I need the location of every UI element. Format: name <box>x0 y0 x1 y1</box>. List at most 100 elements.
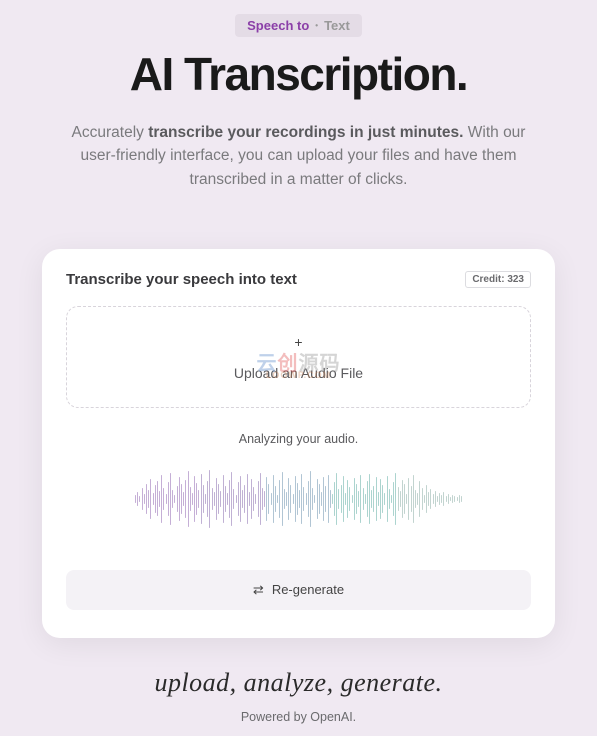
wave-bar <box>404 484 405 514</box>
wave-bar <box>166 494 167 504</box>
wave-bar <box>251 479 252 519</box>
wave-bar <box>183 492 184 506</box>
refresh-icon: ⇄ <box>253 582 264 598</box>
tag-text-label: Text <box>324 18 350 33</box>
upload-dropzone[interactable]: 云创源码 LOOWP.COM + Upload an Audio File <box>66 306 531 408</box>
wave-bar <box>336 473 337 525</box>
wave-bar <box>365 494 366 504</box>
analyzing-status: Analyzing your audio. <box>66 432 531 446</box>
wave-bar <box>271 493 272 505</box>
wave-bar <box>363 488 364 510</box>
wave-bar <box>323 477 324 521</box>
wave-bar <box>411 486 412 512</box>
wave-bar <box>198 490 199 508</box>
wave-bar <box>349 487 350 511</box>
wave-bar <box>174 495 175 503</box>
wave-bar <box>159 491 160 507</box>
wave-bar <box>367 481 368 517</box>
wave-bar <box>142 488 143 510</box>
wave-bar <box>360 475 361 523</box>
wave-bar <box>461 496 462 502</box>
wave-bar <box>194 476 195 522</box>
wave-bar <box>454 496 455 502</box>
wave-bar <box>430 489 431 509</box>
wave-bar <box>330 490 331 508</box>
wave-bar <box>223 475 224 523</box>
upload-label: Upload an Audio File <box>77 365 520 381</box>
wave-bar <box>277 495 278 503</box>
wave-bar <box>391 495 392 503</box>
wave-bar <box>341 485 342 513</box>
wave-bar <box>439 493 440 505</box>
tag-speech-label: Speech to <box>247 18 309 33</box>
wave-bar <box>172 490 173 508</box>
wave-bar <box>443 492 444 506</box>
wave-bar <box>144 494 145 504</box>
wave-bar <box>258 481 259 517</box>
wave-bar <box>190 487 191 511</box>
wave-bar <box>433 494 434 504</box>
wave-bar <box>264 491 265 507</box>
wave-bar <box>373 486 374 512</box>
wave-bar <box>146 484 147 514</box>
wave-bar <box>209 470 210 528</box>
wave-bar <box>459 495 460 503</box>
wave-bar <box>153 493 154 505</box>
wave-bar <box>163 488 164 510</box>
wave-bar <box>290 485 291 513</box>
wave-bar <box>446 496 447 502</box>
wave-bar <box>378 492 379 506</box>
wave-bar <box>343 476 344 522</box>
wave-bar <box>376 477 377 521</box>
category-tag: Speech to • Text <box>235 14 362 37</box>
wave-bar <box>249 492 250 506</box>
wave-bar <box>236 495 237 503</box>
wave-bar <box>384 493 385 505</box>
subtitle-bold: transcribe your recordings in just minut… <box>148 124 463 141</box>
regenerate-button[interactable]: ⇄ Re-generate <box>66 570 531 610</box>
wave-bar <box>137 492 138 506</box>
page-subtitle: Accurately transcribe your recordings in… <box>0 121 597 191</box>
wave-bar <box>155 485 156 513</box>
wave-bar <box>354 478 355 520</box>
wave-bar <box>231 472 232 526</box>
wave-bar <box>328 475 329 523</box>
wave-bar <box>282 472 283 526</box>
footer-tagline: upload, analyze, generate. <box>0 668 597 698</box>
wave-bar <box>185 480 186 518</box>
wave-bar <box>240 476 241 522</box>
wave-bar <box>424 495 425 503</box>
wave-bar <box>242 490 243 508</box>
wave-bar <box>139 496 140 502</box>
wave-bar <box>207 481 208 517</box>
wave-bar <box>177 486 178 512</box>
regenerate-label: Re-generate <box>272 582 344 597</box>
wave-bar <box>415 490 416 508</box>
wave-bar <box>284 489 285 509</box>
wave-bar <box>201 474 202 524</box>
wave-bar <box>356 484 357 514</box>
wave-bar <box>413 475 414 523</box>
wave-bar <box>435 491 436 507</box>
wave-bar <box>369 474 370 524</box>
wave-bar <box>214 492 215 506</box>
wave-bar <box>400 491 401 507</box>
transcription-card: Transcribe your speech into text Credit:… <box>42 249 555 638</box>
wave-bar <box>295 476 296 522</box>
card-header: Transcribe your speech into text Credit:… <box>66 271 531 288</box>
tag-separator: • <box>315 21 318 30</box>
wave-bar <box>310 471 311 527</box>
wave-bar <box>150 479 151 519</box>
wave-bar <box>441 495 442 503</box>
wave-bar <box>426 485 427 513</box>
wave-bar <box>297 483 298 515</box>
wave-bar <box>293 494 294 504</box>
wave-bar <box>312 488 313 510</box>
wave-bar <box>268 484 269 514</box>
wave-bar <box>273 475 274 523</box>
wave-bar <box>196 483 197 515</box>
wave-bar <box>457 497 458 501</box>
wave-bar <box>398 487 399 511</box>
wave-bar <box>181 484 182 514</box>
wave-bar <box>148 490 149 508</box>
